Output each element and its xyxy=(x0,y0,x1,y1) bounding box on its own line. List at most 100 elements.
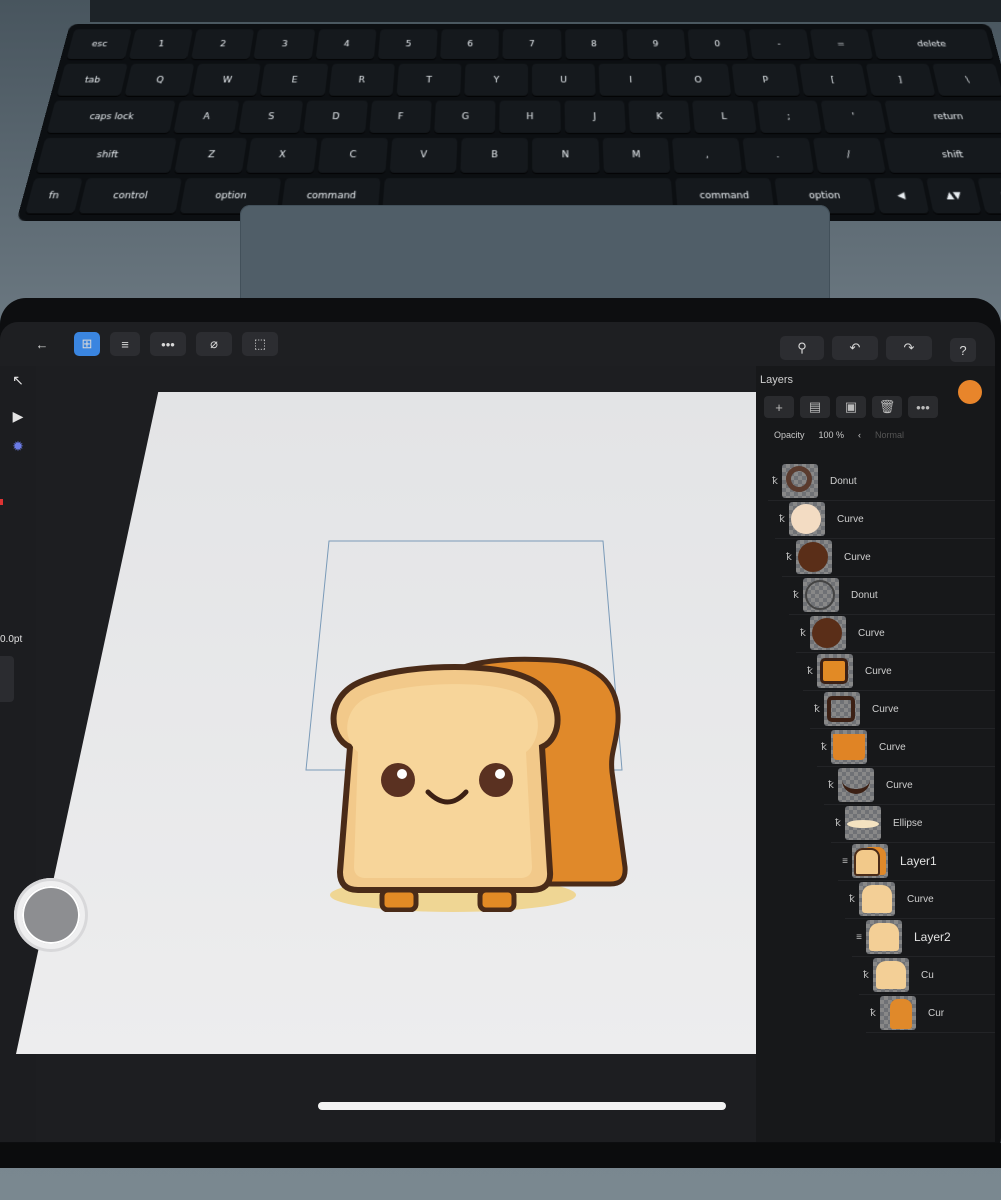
keyboard-key[interactable]: K xyxy=(628,100,691,134)
document-button[interactable]: ⊞ xyxy=(74,332,100,356)
layer-row[interactable]: ꝁ Curve xyxy=(824,766,995,805)
move-tool[interactable]: ↖ xyxy=(8,370,28,390)
keyboard-key[interactable]: delete xyxy=(871,29,994,60)
selection-button[interactable]: ⬚ xyxy=(242,332,278,356)
layer-row[interactable]: ꝁ Cur xyxy=(866,994,995,1033)
keyboard-key[interactable]: I xyxy=(599,64,664,96)
keyboard-key[interactable]: J xyxy=(564,100,626,134)
toast-character[interactable] xyxy=(320,652,640,912)
keyboard-key[interactable]: A xyxy=(173,100,240,134)
opacity-value[interactable]: 100 % xyxy=(819,430,845,440)
keyboard-key[interactable]: U xyxy=(532,64,596,96)
layer-row[interactable]: ꝁ Curve xyxy=(782,538,995,577)
keyboard-key[interactable]: shift xyxy=(883,138,1001,173)
keyboard-key[interactable]: B xyxy=(461,138,528,173)
tool-handle[interactable] xyxy=(0,656,14,702)
keyboard-key[interactable]: S xyxy=(238,100,303,134)
keyboard-key[interactable]: M xyxy=(602,138,671,173)
layer-row[interactable]: ꝁ Curve xyxy=(796,614,995,653)
keyboard-key[interactable]: T xyxy=(396,64,461,96)
keyboard-key[interactable]: return xyxy=(885,100,1001,134)
layer-row[interactable]: ꝁ Curve xyxy=(803,652,995,691)
layer-row[interactable]: ꝁ Ellipse xyxy=(831,804,995,843)
keyboard-key[interactable]: . xyxy=(743,138,814,173)
keyboard-key[interactable]: fn xyxy=(25,178,82,215)
keyboard-key[interactable]: Z xyxy=(175,138,248,173)
keyboard-key[interactable]: = xyxy=(810,29,873,60)
keyboard-key[interactable]: control xyxy=(78,178,182,215)
layer-row[interactable]: ꝁ Donut xyxy=(789,576,995,615)
keyboard-key[interactable]: - xyxy=(748,29,810,60)
keyboard-key[interactable]: 6 xyxy=(440,29,499,60)
keyboard-key[interactable]: \ xyxy=(932,64,1001,96)
keyboard-key[interactable]: G xyxy=(434,100,496,134)
keyboard-key[interactable]: P xyxy=(732,64,800,96)
keyboard-key[interactable]: ▶ xyxy=(978,178,1001,215)
menu-button[interactable]: ≡ xyxy=(110,332,140,356)
keyboard-key[interactable]: 8 xyxy=(565,29,624,60)
keyboard-key[interactable]: [ xyxy=(799,64,868,96)
blend-mode[interactable]: Normal xyxy=(875,430,904,440)
keyboard-key[interactable]: ▲▼ xyxy=(926,178,982,215)
keyboard-key[interactable]: 3 xyxy=(253,29,315,60)
keyboard-key[interactable]: O xyxy=(665,64,731,96)
keyboard-key[interactable]: , xyxy=(672,138,742,173)
keyboard-key[interactable]: / xyxy=(813,138,886,173)
keyboard-key[interactable]: ] xyxy=(865,64,935,96)
chevron-left-icon[interactable]: ‹ xyxy=(858,430,861,440)
layer-row[interactable]: ꝁ Curve xyxy=(775,500,995,539)
gear-tool[interactable]: ✹ xyxy=(8,436,28,456)
keyboard-key[interactable]: N xyxy=(532,138,599,173)
keyboard-key[interactable]: 5 xyxy=(378,29,438,60)
layer-more-button[interactable]: ••• xyxy=(908,396,938,418)
modifier-button[interactable] xyxy=(14,878,88,952)
keyboard-key[interactable]: V xyxy=(389,138,458,173)
layer-row[interactable]: ꝁ Curve xyxy=(810,690,995,729)
layer-stack-button[interactable]: ▤ xyxy=(800,396,830,418)
undo-button[interactable]: ↶ xyxy=(832,336,878,360)
more-button[interactable]: ••• xyxy=(150,332,186,356)
layer-row[interactable]: ꝁ Cu xyxy=(859,956,995,995)
layer-row[interactable]: ≡ Layer2 xyxy=(852,918,995,957)
keyboard-key[interactable]: 9 xyxy=(626,29,686,60)
keyboard-key[interactable]: ◀ xyxy=(874,178,929,215)
keyboard-key[interactable]: 1 xyxy=(129,29,193,60)
keyboard-key[interactable]: W xyxy=(192,64,261,96)
keyboard-key[interactable]: C xyxy=(318,138,388,173)
keyboard-key[interactable]: E xyxy=(260,64,328,96)
keyboard-key[interactable]: 2 xyxy=(191,29,254,60)
color-swatch[interactable] xyxy=(958,380,982,404)
keyboard-key[interactable]: Q xyxy=(124,64,194,96)
keyboard-key[interactable]: esc xyxy=(66,29,132,60)
back-button[interactable]: ← xyxy=(22,332,62,356)
redo-button[interactable]: ↷ xyxy=(886,336,932,360)
keyboard-key[interactable]: ' xyxy=(820,100,887,134)
help-button[interactable]: ? xyxy=(950,338,976,362)
add-layer-button[interactable]: + xyxy=(764,396,794,418)
keyboard-key[interactable]: F xyxy=(369,100,432,134)
layer-row[interactable]: ꝁ Donut xyxy=(768,462,995,501)
keyboard-key[interactable]: 0 xyxy=(687,29,748,60)
keyboard-key[interactable]: shift xyxy=(36,138,177,173)
keyboard-key[interactable]: tab xyxy=(57,64,128,96)
group-button[interactable]: ▣ xyxy=(836,396,866,418)
keyboard-key[interactable]: R xyxy=(328,64,394,96)
layer-row[interactable]: ꝁ Curve xyxy=(817,728,995,767)
keyboard-key[interactable]: 4 xyxy=(316,29,377,60)
layer-row[interactable]: ≡ Layer1 xyxy=(838,842,995,881)
node-tool[interactable]: ▶ xyxy=(8,406,28,426)
snapping-button[interactable]: ⌀ xyxy=(196,332,232,356)
keyboard-key[interactable]: X xyxy=(246,138,317,173)
delete-layer-button[interactable]: 🗑 xyxy=(872,396,902,418)
keyboard-key[interactable]: 7 xyxy=(503,29,561,60)
layer-row[interactable]: ꝁ Curve xyxy=(845,880,995,919)
keyboard-key[interactable]: D xyxy=(303,100,367,134)
stroke-width-value[interactable]: 0.0pt xyxy=(0,634,22,645)
keyboard-key[interactable]: caps lock xyxy=(46,100,175,134)
home-indicator[interactable] xyxy=(318,1102,726,1110)
keyboard-key[interactable]: ; xyxy=(756,100,821,134)
keyboard-key[interactable]: H xyxy=(499,100,560,134)
keyboard-key[interactable]: Y xyxy=(464,64,528,96)
zoom-button[interactable]: ⚲ xyxy=(780,336,824,360)
keyboard-key[interactable]: L xyxy=(692,100,756,134)
